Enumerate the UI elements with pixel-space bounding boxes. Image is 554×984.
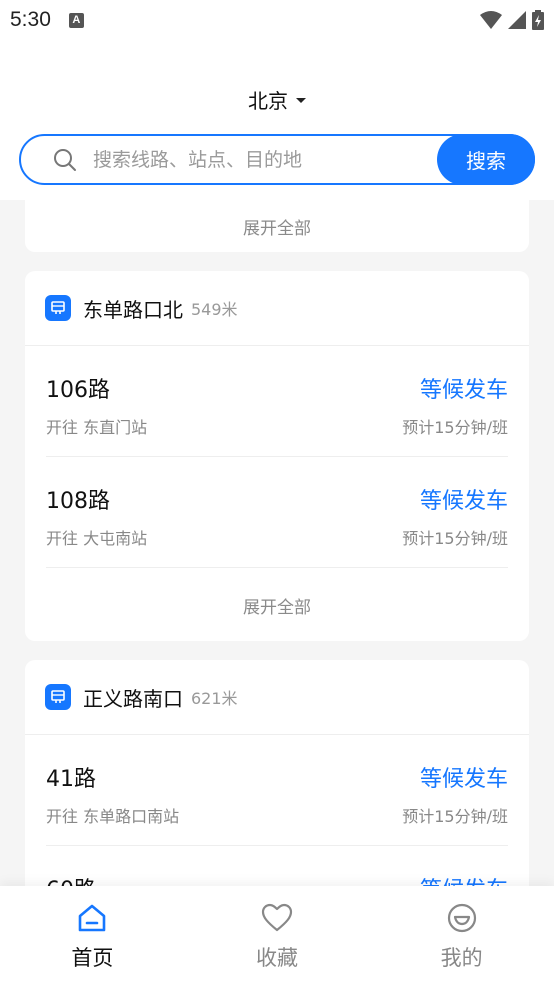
- tab-home-label: 首页: [71, 946, 114, 970]
- header: 北京 搜索: [0, 40, 554, 200]
- bus-stop-icon: [45, 684, 71, 710]
- heart-icon: [261, 903, 293, 932]
- line-name: 41路: [46, 767, 96, 792]
- line-frequency: 预计15分钟/班: [402, 418, 508, 437]
- search-button[interactable]: 搜索: [437, 134, 535, 185]
- signal-icon: [508, 11, 526, 29]
- bus-line-item[interactable]: 108路 开往 大屯南站 等候发车 预计15分钟/班: [46, 457, 508, 568]
- line-status: 等候发车: [419, 378, 508, 403]
- status-bar: 5:30 A: [0, 0, 554, 40]
- line-name: 108路: [46, 489, 110, 514]
- stop-distance: 621米: [191, 689, 238, 708]
- stop-card: 东单路口北 549米 106路 开往 东直门站 等候发车 预计15分钟/班 10…: [25, 271, 529, 641]
- line-direction: 开往 东直门站: [46, 418, 148, 437]
- stop-list: 展开全部 东单路口北 549米 106路 开往 东直门站 等候发车 预计15分钟…: [0, 200, 554, 886]
- stop-name: 东单路口北: [83, 297, 183, 322]
- stop-card: 展开全部: [25, 200, 529, 252]
- line-direction: 开往 东单路口南站: [46, 807, 180, 826]
- tab-home[interactable]: 首页: [0, 886, 185, 984]
- line-frequency: 预计15分钟/班: [402, 529, 508, 548]
- stop-header[interactable]: 正义路南口 621米: [25, 660, 529, 735]
- stop-card: 正义路南口 621米 41路 开往 东单路口南站 等候发车 预计15分钟/班 6…: [25, 660, 529, 886]
- line-status: 等候发车: [419, 767, 508, 792]
- battery-icon: [532, 10, 544, 30]
- stop-distance: 549米: [191, 300, 238, 319]
- line-status: 等候发车: [420, 872, 508, 886]
- expand-all-button[interactable]: 展开全部: [25, 568, 529, 642]
- line-direction: 开往 大屯南站: [46, 529, 148, 548]
- bus-line-item[interactable]: 60路 等候发车: [46, 846, 508, 886]
- caret-down-icon: [296, 98, 306, 103]
- tab-favorites-label: 收藏: [256, 946, 298, 970]
- search-bar: 搜索: [19, 134, 535, 185]
- search-input[interactable]: [93, 148, 413, 171]
- search-icon: [54, 148, 76, 171]
- bus-stop-icon: [45, 295, 71, 321]
- notification-icon: A: [68, 12, 84, 28]
- bottom-tab-bar: 首页 收藏 我的: [0, 886, 554, 984]
- smiley-face-icon: [447, 903, 476, 933]
- line-status: 等候发车: [419, 489, 508, 514]
- tab-mine[interactable]: 我的: [369, 886, 554, 984]
- status-time: 5:30: [10, 8, 51, 31]
- tab-favorites[interactable]: 收藏: [185, 886, 370, 984]
- city-selector[interactable]: 北京: [0, 85, 554, 114]
- expand-all-button[interactable]: 展开全部: [25, 200, 529, 252]
- city-label: 北京: [248, 89, 288, 113]
- line-name: 106路: [46, 378, 110, 403]
- line-name: 60路: [46, 872, 96, 886]
- wifi-icon: [480, 11, 502, 29]
- stop-name: 正义路南口: [83, 686, 183, 711]
- home-icon: [79, 904, 106, 932]
- stop-header[interactable]: 东单路口北 549米: [25, 271, 529, 346]
- tab-mine-label: 我的: [440, 946, 483, 970]
- bus-line-item[interactable]: 41路 开往 东单路口南站 等候发车 预计15分钟/班: [46, 735, 508, 846]
- bus-line-item[interactable]: 106路 开往 东直门站 等候发车 预计15分钟/班: [46, 346, 508, 457]
- line-frequency: 预计15分钟/班: [402, 807, 508, 826]
